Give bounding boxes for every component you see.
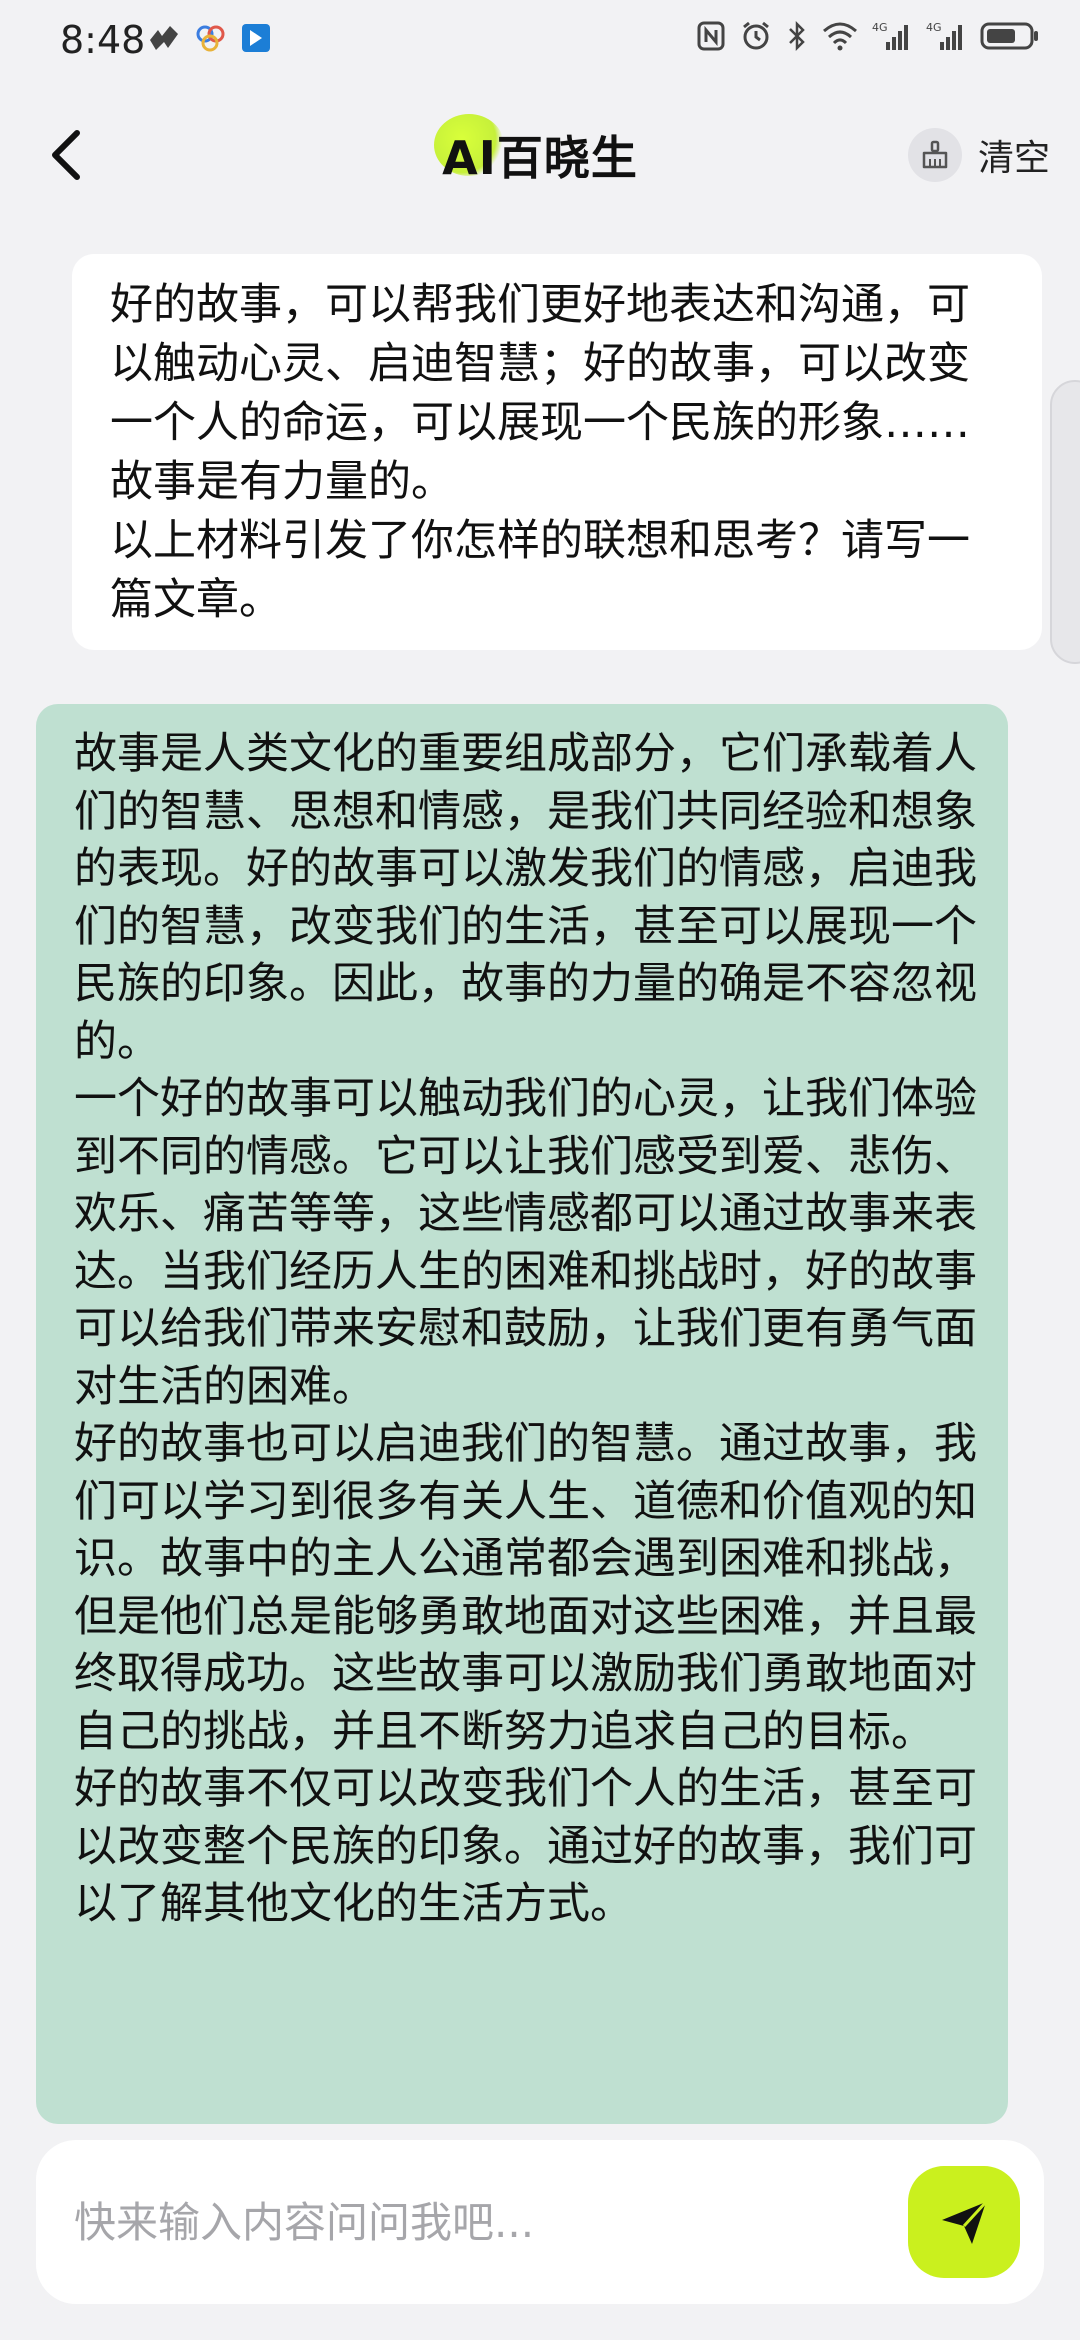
wifi-icon (823, 22, 857, 51)
bot-message-paragraph: 一个好的故事可以触动我们的心灵，让我们体验到不同的情感。它可以让我们感受到爱、悲… (74, 1074, 977, 1412)
bluetooth-icon (789, 20, 805, 52)
app-notification-icon (150, 26, 178, 50)
status-time: 8:48 (60, 18, 146, 62)
clear-button[interactable]: 清空 (907, 122, 1050, 188)
user-message-paragraph: 好的故事，可以帮我们更好地表达和沟通，可以触动心灵、启迪智慧；好的故事，可以改变… (110, 280, 970, 507)
status-right-icons: 4G 4G (696, 20, 1040, 52)
user-message-paragraph: 以上材料引发了你怎样的联想和思考？请写一篇文章。 (110, 516, 970, 625)
status-left-icons (146, 22, 272, 54)
app-title-text: AI百晓生 (442, 131, 638, 185)
bot-message-paragraph: 故事是人类文化的重要组成部分，它们承载着人们的智慧、思想和情感，是我们共同经验和… (74, 729, 977, 1067)
alarm-icon (743, 21, 769, 50)
app-logo: AI百晓生 (434, 114, 638, 188)
app-header: AI百晓生 清空 (0, 100, 1080, 210)
cloud-icon (196, 25, 225, 52)
message-input[interactable] (72, 2176, 896, 2268)
message-input-bar (36, 2140, 1044, 2304)
battery-icon (980, 22, 1038, 50)
clear-label: 清空 (977, 138, 1050, 179)
broom-icon-wrap (907, 128, 962, 182)
signal-icon-2: 4G (926, 21, 962, 50)
network-type-label-1: 4G (872, 21, 888, 34)
bot-message-paragraph: 好的故事不仅可以改变我们个人的生活，甚至可以改变整个民族的印象。通过好的故事，我… (74, 1764, 977, 1929)
send-button[interactable] (908, 2166, 1020, 2278)
side-drawer-handle[interactable] (1050, 380, 1080, 664)
nfc-icon (697, 21, 725, 51)
bot-message-paragraph: 好的故事也可以启迪我们的智慧。通过故事，我们可以学习到很多有关人生、道德和价值观… (74, 1419, 977, 1757)
broom-icon (922, 140, 948, 169)
signal-icon-1: 4G (872, 21, 908, 50)
status-bar: 8:48 4G 4G (0, 0, 1080, 84)
user-message-bubble: 好的故事，可以帮我们更好地表达和沟通，可以触动心灵、启迪智慧；好的故事，可以改变… (72, 254, 1042, 650)
bot-message-bubble: 故事是人类文化的重要组成部分，它们承载着人们的智慧、思想和情感，是我们共同经验和… (36, 704, 1008, 2124)
network-type-label-2: 4G (926, 21, 942, 34)
send-icon (942, 2200, 988, 2244)
bookmark-app-icon (242, 24, 270, 52)
